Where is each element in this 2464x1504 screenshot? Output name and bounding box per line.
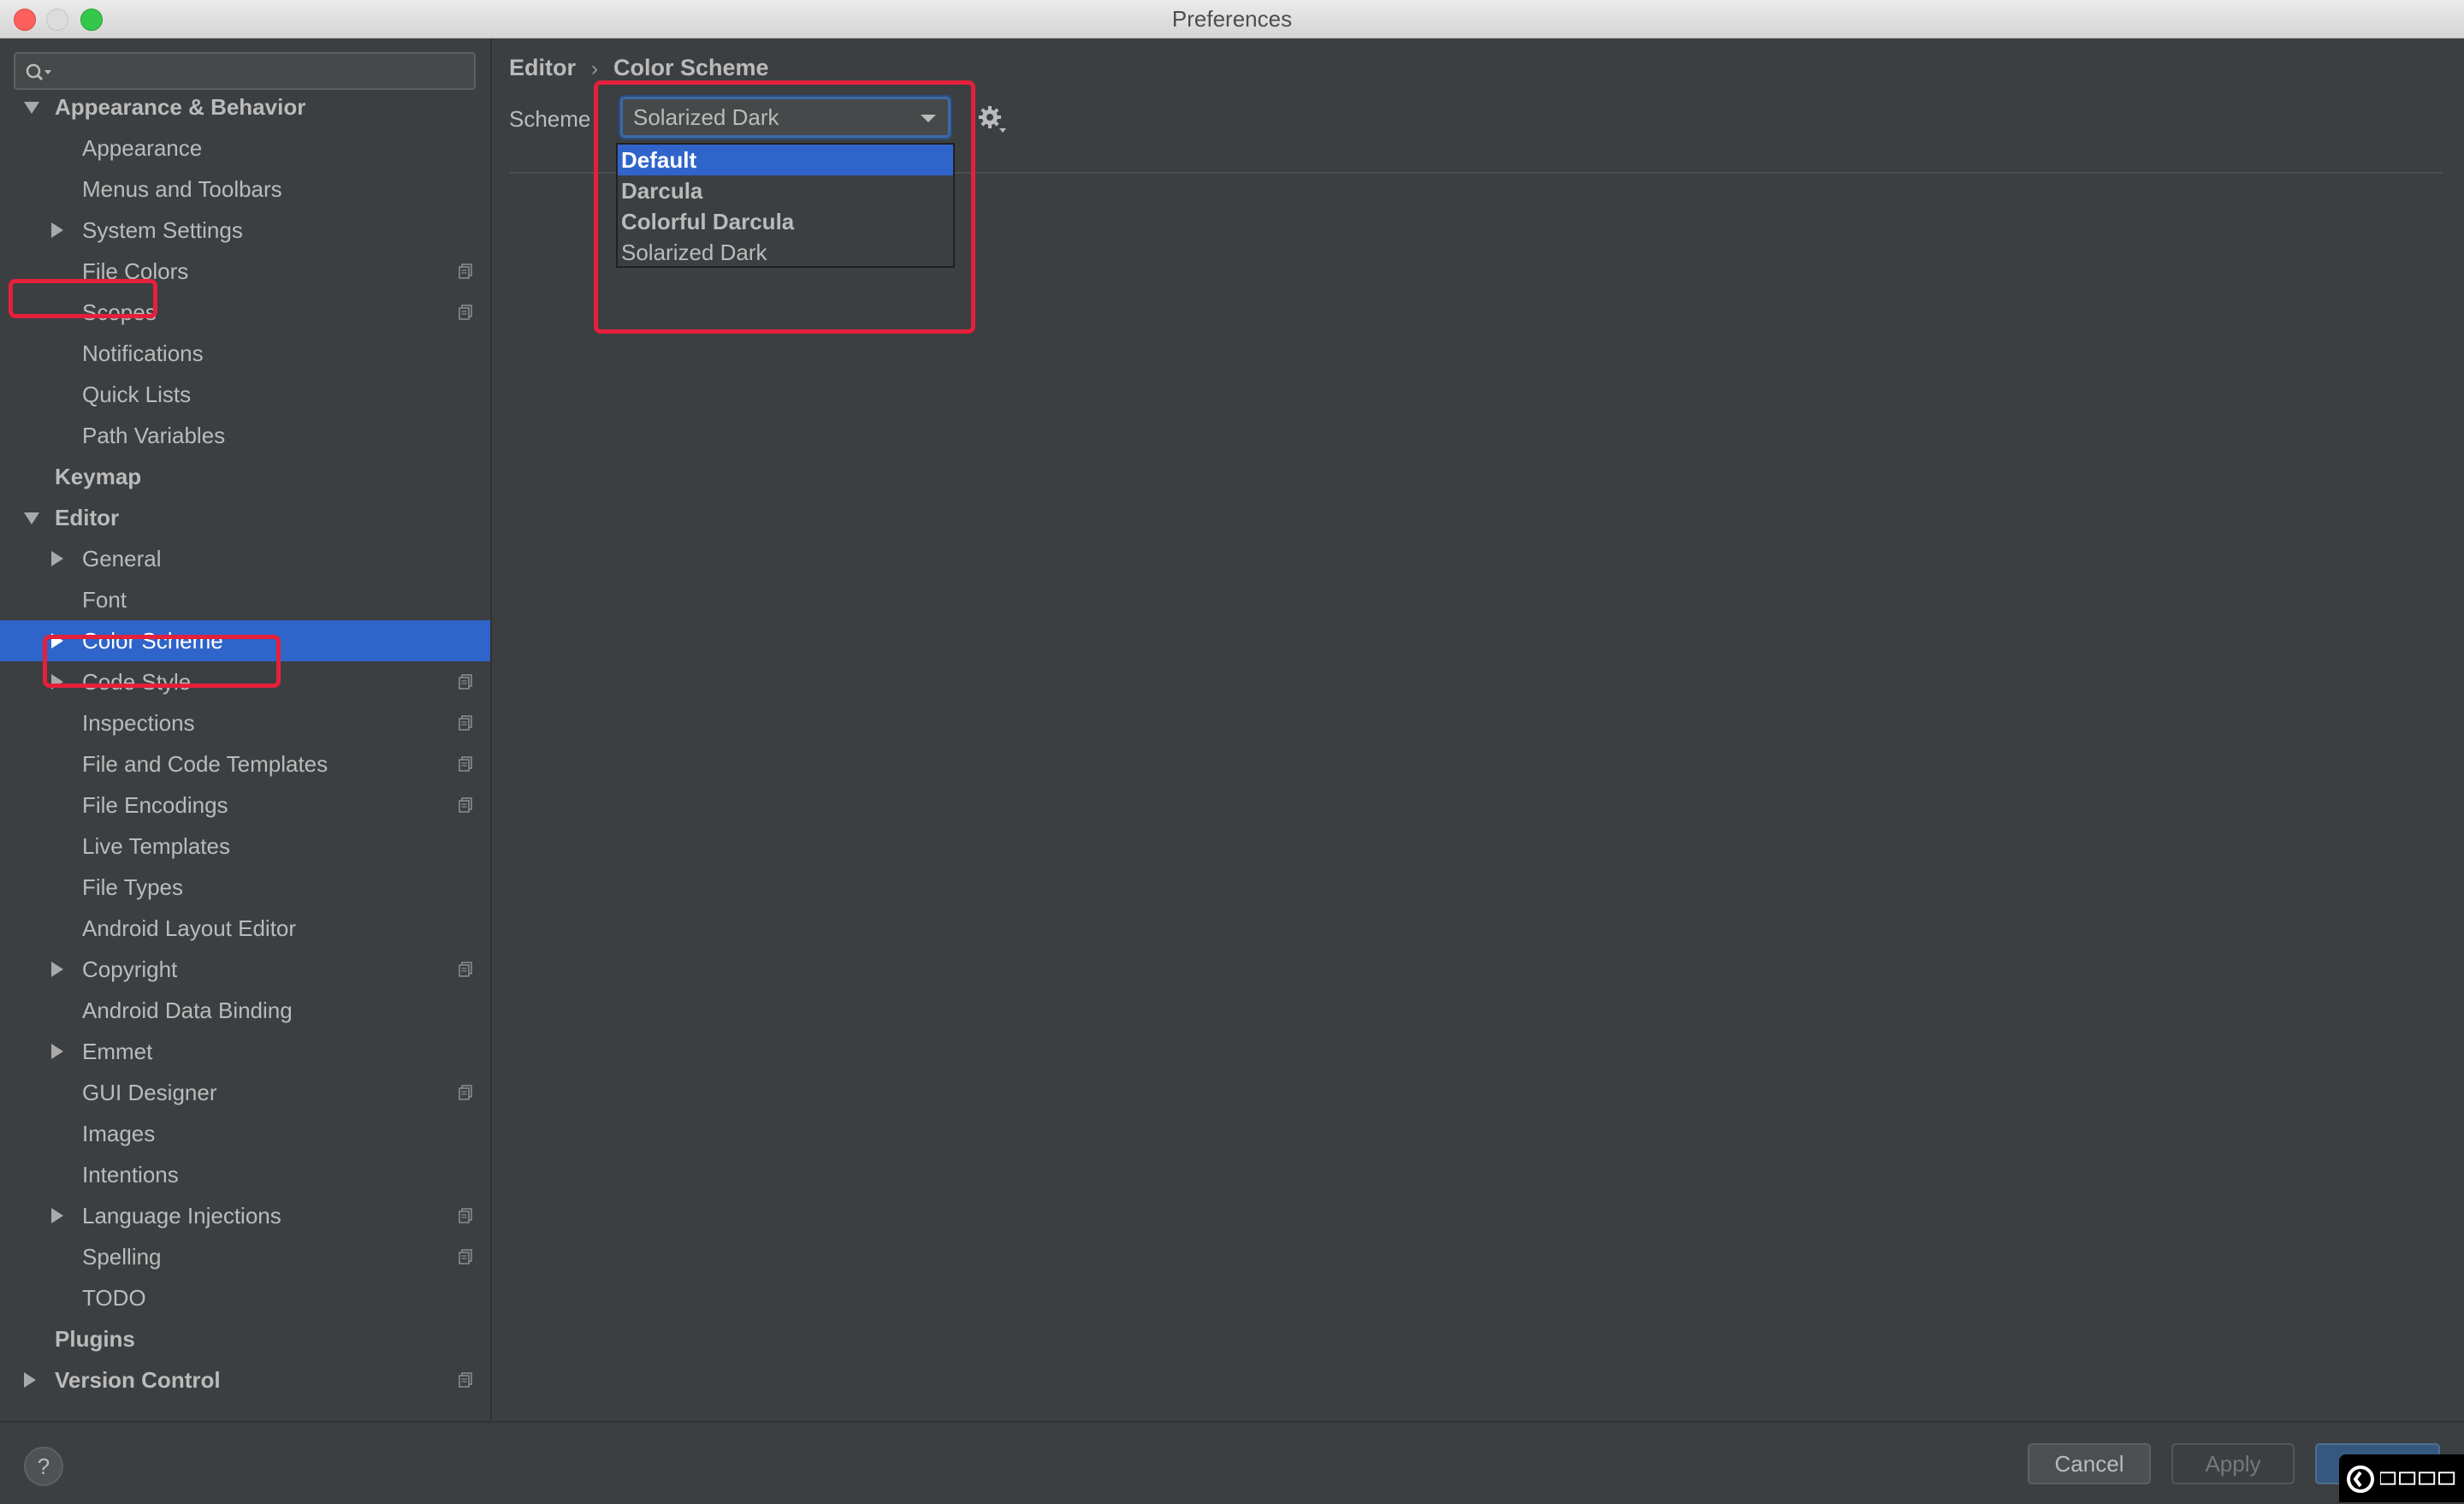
settings-search-input[interactable] xyxy=(14,52,476,90)
annotation-scheme-dropdown xyxy=(594,80,975,334)
sidebar-item-label: Language Injections xyxy=(82,1203,281,1229)
sidebar-item-android-data-binding[interactable]: Android Data Binding xyxy=(0,990,490,1031)
settings-content: Editor › Color Scheme Scheme Solarized Dar… xyxy=(492,38,2464,1421)
sidebar-item-label: Inspections xyxy=(82,710,195,736)
sidebar-item-label: Path Variables xyxy=(82,423,226,448)
chevron-right-icon[interactable] xyxy=(51,1208,63,1223)
sidebar-item-inspections[interactable]: Inspections xyxy=(0,702,490,743)
sidebar-item-label: Editor xyxy=(55,505,120,530)
chevron-down-icon[interactable] xyxy=(24,512,39,524)
annotation-editor xyxy=(9,279,157,318)
help-button[interactable]: ? xyxy=(24,1447,63,1486)
sidebar-item-menus-and-toolbars[interactable]: Menus and Toolbars xyxy=(0,169,490,210)
sidebar-item-label: Notifications xyxy=(82,340,204,366)
preferences-window: Preferences Appearance & Behavior Appeara… xyxy=(0,0,2464,1504)
sidebar-item-label: TODO xyxy=(82,1285,146,1311)
sidebar-item-label: Appearance xyxy=(82,135,203,161)
chevron-right-icon[interactable] xyxy=(51,551,63,566)
sidebar-item-label: GUI Designer xyxy=(82,1080,217,1105)
gear-icon[interactable] xyxy=(978,105,1007,134)
project-copy-icon xyxy=(459,263,472,279)
sidebar-item-keymap[interactable]: Keymap xyxy=(0,456,490,497)
project-copy-icon xyxy=(459,756,472,772)
sidebar-item-version-control[interactable]: Version Control xyxy=(0,1359,490,1400)
sidebar-item-images[interactable]: Images xyxy=(0,1113,490,1154)
sidebar-item-file-types[interactable]: File Types xyxy=(0,867,490,908)
sidebar-item-system-settings[interactable]: System Settings xyxy=(0,210,490,251)
title-bar: Preferences xyxy=(0,0,2464,38)
chevron-down-icon[interactable] xyxy=(24,102,39,114)
breadcrumb-parent[interactable]: Editor xyxy=(509,55,576,80)
sidebar-item-label: Android Layout Editor xyxy=(82,915,297,941)
watermark-logo-icon xyxy=(2347,1466,2374,1493)
sidebar-item-live-templates[interactable]: Live Templates xyxy=(0,826,490,867)
sidebar-item-emmet[interactable]: Emmet xyxy=(0,1031,490,1072)
sidebar-item-font[interactable]: Font xyxy=(0,579,490,620)
project-copy-icon xyxy=(459,962,472,977)
watermark xyxy=(2339,1454,2464,1502)
sidebar-item-label: Font xyxy=(82,587,127,613)
sidebar-item-label: Keymap xyxy=(55,464,142,489)
sidebar-item-label: Images xyxy=(82,1121,156,1146)
project-copy-icon xyxy=(459,797,472,813)
project-copy-icon xyxy=(459,1085,472,1100)
sidebar-item-copyright[interactable]: Copyright xyxy=(0,949,490,990)
sidebar-item-label: Appearance & Behavior xyxy=(55,94,306,120)
sidebar-item-label: Intentions xyxy=(82,1162,179,1187)
sidebar-item-quick-lists[interactable]: Quick Lists xyxy=(0,374,490,415)
sidebar-item-label: Quick Lists xyxy=(82,382,192,407)
sidebar-item-label: Android Data Binding xyxy=(82,998,293,1023)
chevron-right-icon[interactable] xyxy=(24,1372,36,1388)
sidebar-item-todo[interactable]: TODO xyxy=(0,1277,490,1318)
sidebar-item-general[interactable]: General xyxy=(0,538,490,579)
sidebar-item-intentions[interactable]: Intentions xyxy=(0,1154,490,1195)
settings-sidebar: Appearance & Behavior Appearance Menus and… xyxy=(0,38,492,1421)
sidebar-item-label: Spelling xyxy=(82,1244,162,1270)
project-copy-icon xyxy=(459,715,472,731)
sidebar-item-label: Menus and Toolbars xyxy=(82,176,282,202)
sidebar-item-label: Version Control xyxy=(55,1367,221,1393)
sidebar-item-label: System Settings xyxy=(82,217,243,243)
project-copy-icon xyxy=(459,1249,472,1264)
sidebar-item-label: File Encodings xyxy=(82,792,228,818)
window-title: Preferences xyxy=(1171,6,1293,32)
scheme-label: Scheme xyxy=(509,106,591,132)
search-icon[interactable] xyxy=(24,61,53,85)
sidebar-item-path-variables[interactable]: Path Variables xyxy=(0,415,490,456)
apply-button[interactable]: Apply xyxy=(2171,1443,2295,1484)
breadcrumb-separator: › xyxy=(591,57,598,80)
sidebar-item-editor[interactable]: Editor xyxy=(0,497,490,538)
sidebar-item-label: Emmet xyxy=(82,1039,153,1064)
project-copy-icon xyxy=(459,1208,472,1223)
sidebar-item-spelling[interactable]: Spelling xyxy=(0,1236,490,1277)
sidebar-item-language-injections[interactable]: Language Injections xyxy=(0,1195,490,1236)
breadcrumb: Editor › Color Scheme xyxy=(509,50,769,85)
chevron-right-icon[interactable] xyxy=(51,1044,63,1059)
breadcrumb-current: Color Scheme xyxy=(613,55,769,80)
sidebar-item-notifications[interactable]: Notifications xyxy=(0,333,490,374)
sidebar-item-appearance[interactable]: Appearance xyxy=(0,127,490,169)
sidebar-item-label: File and Code Templates xyxy=(82,751,329,777)
sidebar-item-appearance-behavior[interactable]: Appearance & Behavior xyxy=(0,86,490,127)
annotation-color-scheme xyxy=(43,635,281,688)
chevron-right-icon[interactable] xyxy=(51,962,63,977)
sidebar-item-label: File Types xyxy=(82,874,184,900)
sidebar-item-label: Plugins xyxy=(55,1326,135,1352)
sidebar-item-file-and-code-templates[interactable]: File and Code Templates xyxy=(0,743,490,785)
project-copy-icon xyxy=(459,1372,472,1388)
sidebar-item-label: Copyright xyxy=(82,956,178,982)
cancel-button[interactable]: Cancel xyxy=(2028,1443,2151,1484)
sidebar-item-android-layout-editor[interactable]: Android Layout Editor xyxy=(0,908,490,949)
project-copy-icon xyxy=(459,674,472,690)
sidebar-item-label: Live Templates xyxy=(82,833,230,859)
watermark-text-icon xyxy=(2380,1471,2455,1485)
sidebar-item-label: General xyxy=(82,546,162,571)
sidebar-item-file-encodings[interactable]: File Encodings xyxy=(0,785,490,826)
project-copy-icon xyxy=(459,305,472,320)
dialog-footer: ? Cancel Apply xyxy=(0,1421,2464,1504)
chevron-right-icon[interactable] xyxy=(51,222,63,238)
sidebar-item-plugins[interactable]: Plugins xyxy=(0,1318,490,1359)
sidebar-item-gui-designer[interactable]: GUI Designer xyxy=(0,1072,490,1113)
